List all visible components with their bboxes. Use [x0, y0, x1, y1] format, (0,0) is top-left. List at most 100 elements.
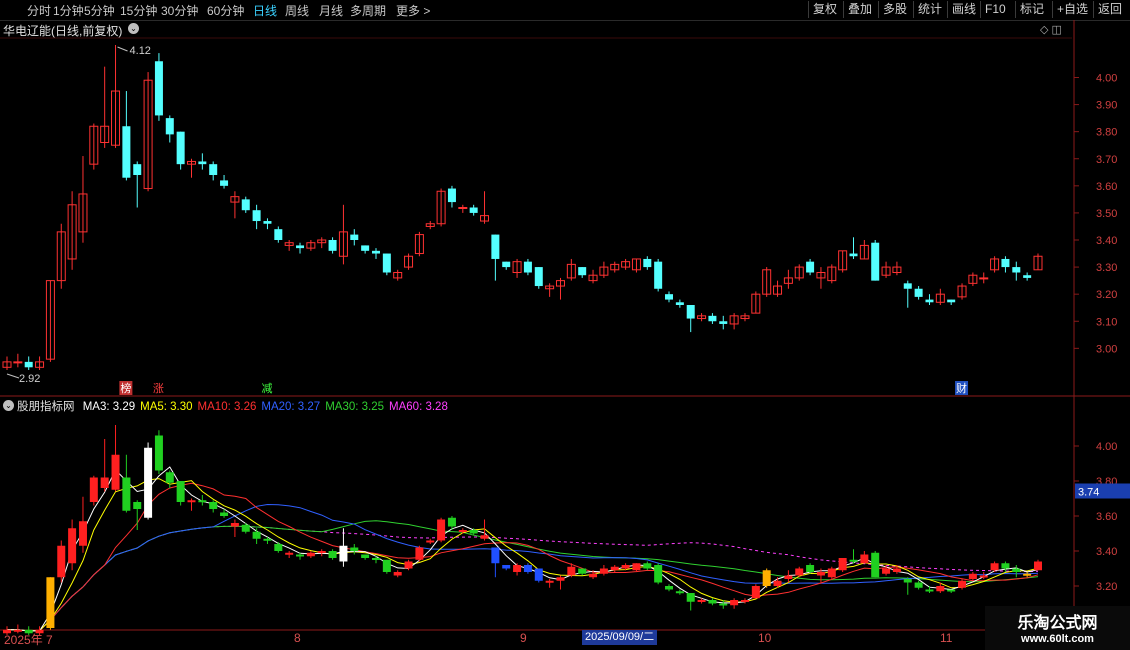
indicator-body: [556, 577, 565, 581]
indicator-body: [838, 558, 847, 571]
candle-body: [252, 210, 261, 222]
indicator-body: [860, 554, 869, 564]
candle-body: [458, 207, 468, 209]
candle-body: [654, 261, 663, 289]
candle-body: [979, 277, 989, 280]
candle-body: [24, 361, 33, 368]
indicator-body: [610, 566, 619, 571]
candle-body: [578, 267, 587, 276]
indicator-body: [263, 538, 272, 541]
low-marker-line: [6, 373, 20, 379]
indicator-body: [328, 551, 337, 558]
date-tick-0: 2025年 7: [4, 633, 53, 647]
indicator-body: [665, 586, 674, 590]
candle-body: [274, 229, 283, 240]
indicator-body: [545, 580, 554, 583]
candle-body: [849, 253, 858, 257]
ma-legend-3: MA20: 3.27: [261, 401, 321, 413]
date-tick-4: 11: [940, 631, 953, 645]
indicator-body: [892, 568, 901, 572]
candle-body: [947, 299, 956, 303]
ma5-line: [7, 478, 1039, 632]
indicator-body: [773, 580, 782, 586]
candle-body: [328, 240, 337, 251]
indicator-body: [339, 545, 348, 562]
current-price-label: 3.74: [1078, 487, 1099, 499]
indicator-body: [469, 530, 478, 534]
candle-body: [154, 61, 163, 116]
indicator-body: [78, 521, 87, 546]
indicator-body: [751, 586, 760, 599]
indicator-body: [871, 552, 880, 578]
indicator-body: [816, 572, 825, 576]
main-tick-label: 4.00: [1096, 73, 1117, 85]
kline-chart[interactable]: 4.00 3.90 3.80 3.70 3.60 3.50 3.40 3.30 3.20 3.10…: [0, 0, 1130, 650]
indicator-body: [806, 565, 815, 572]
main-tick-label: 3.00: [1096, 343, 1117, 355]
indicator-body: [914, 582, 923, 588]
sub-tick-label: 4.00: [1096, 441, 1117, 453]
candle-body: [371, 250, 380, 254]
candle-body: [13, 361, 23, 364]
indicator-body: [740, 600, 749, 602]
indicator-legend: 股朋指标网 MA3: 3.29 MA5: 3.30 MA10: 3.26 MA20: …: [17, 398, 453, 414]
indicator-body: [589, 573, 598, 578]
indicator-body: [730, 600, 739, 606]
candle-body: [122, 126, 131, 178]
candle-body: [675, 302, 684, 305]
candle-body: [220, 180, 229, 186]
indicator-body: [133, 502, 142, 509]
candle-body: [523, 261, 532, 273]
low-price-label: 2.92: [19, 373, 40, 385]
indicator-body: [89, 477, 98, 502]
event-marker-3: 财: [956, 381, 967, 395]
candle-body: [719, 321, 728, 324]
candle-body: [296, 245, 305, 249]
indicator-body: [57, 545, 66, 578]
candle-body: [447, 188, 456, 203]
candle-body: [708, 315, 717, 322]
indicator-body: [513, 565, 522, 572]
candle-body: [534, 267, 543, 287]
indicator-body: [46, 577, 55, 628]
ma3-line: [7, 466, 1039, 632]
indicator-body: [144, 447, 153, 518]
indicator-body: [708, 600, 717, 604]
candle-body: [382, 253, 391, 273]
indicator-body: [415, 547, 424, 560]
candle-body: [241, 199, 250, 211]
indicator-body: [393, 572, 402, 576]
ma-legend-4: MA30: 3.25: [325, 401, 385, 413]
indicator-body: [643, 563, 652, 569]
main-tick-label: 3.60: [1096, 181, 1117, 193]
indicator-body: [697, 600, 706, 602]
watermark-url: www.60lt.com: [1021, 633, 1094, 645]
date-tick-3: 10: [758, 631, 772, 645]
indicator-body: [827, 568, 836, 578]
indicator-body: [198, 500, 207, 503]
indicator-body: [317, 551, 326, 553]
indicator-body: [350, 547, 359, 551]
event-marker-2: 减: [261, 382, 272, 395]
indicator-body: [882, 568, 891, 574]
candle-body: [361, 245, 370, 251]
indicator-body: [100, 477, 109, 488]
main-tick-label: 3.30: [1096, 262, 1117, 274]
candle-body: [165, 118, 174, 135]
candle-body: [350, 234, 359, 240]
candle-body: [686, 305, 695, 319]
indicator-body: [1012, 568, 1021, 572]
event-marker-0: 榜: [120, 381, 131, 395]
indicator-body: [968, 573, 977, 579]
indicator-body: [458, 530, 467, 532]
indicator-body: [437, 519, 446, 541]
sub-tick-label: 3.60: [1096, 511, 1117, 523]
indicator-body: [154, 435, 163, 471]
indicator-body: [903, 579, 912, 583]
candle-body: [914, 288, 923, 297]
high-marker-line: [117, 46, 128, 52]
watermark: 乐淘公式网 www.60lt.com: [985, 606, 1130, 650]
indicator-body: [274, 544, 283, 551]
watermark-title: 乐淘公式网: [1017, 615, 1098, 632]
chevron-down-icon[interactable]: ⌄: [3, 400, 14, 411]
